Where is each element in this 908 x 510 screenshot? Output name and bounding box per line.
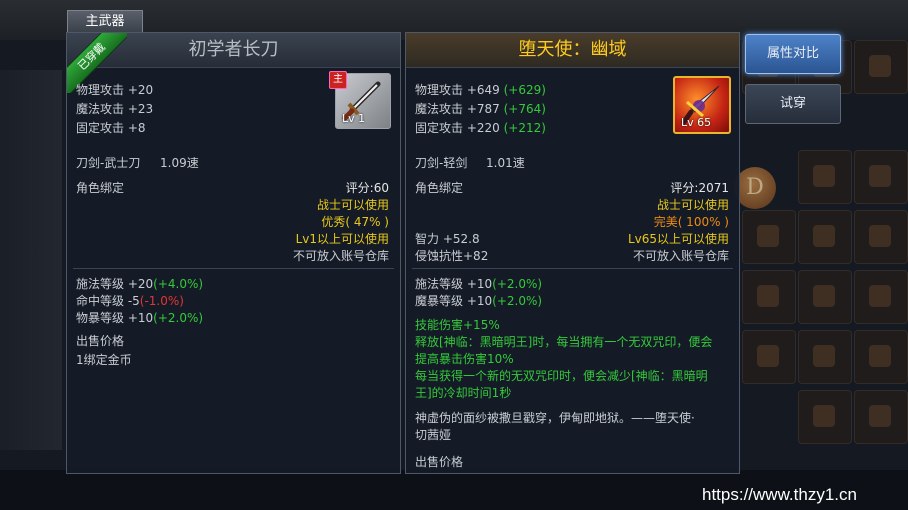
inventory-slot (798, 390, 852, 444)
sub-stat-row: 命中等级 -5(-1.0%) (76, 294, 184, 308)
inventory-slot (854, 210, 908, 264)
try-on-button[interactable]: 试穿 (745, 84, 841, 124)
lore-text-line: 切茜娅 (415, 428, 452, 442)
inventory-slot (798, 330, 852, 384)
stat-magic-attack: 魔法攻击 +787 (+764) (415, 102, 546, 116)
skill-effect-line: 提高暴击伤害10% (415, 352, 514, 366)
item-quality: 优秀( 47% ) (321, 215, 389, 229)
inventory-slot (854, 390, 908, 444)
sub-stat-row: 魔暴等级 +10(+2.0%) (415, 294, 543, 308)
inventory-slot (854, 40, 908, 94)
inventory-slot (742, 330, 796, 384)
compare-item-name: 堕天使：幽域 (406, 33, 739, 68)
item-quality: 完美( 100% ) (653, 215, 729, 229)
skill-effect-line: 每当获得一个新的无双咒印时，便会减少[神临：黑暗明 (415, 369, 708, 383)
stat-physical-attack: 物理攻击 +649 (+629) (415, 83, 546, 97)
equipped-item-panel: 初学者长刀 已穿戴 Lv 1 主 物理攻击 +20 魔法攻击 +23 固定攻击 … (66, 32, 401, 474)
d-coin-icon: D (734, 167, 776, 209)
equipped-item-level: Lv 1 (342, 112, 366, 125)
class-requirement: 战士可以使用 (656, 198, 729, 212)
item-score: 评分:2071 (670, 181, 729, 195)
skill-effect-line: 释放[神临：黑暗明王]时，每当拥有一个无双咒印，便会 (415, 335, 713, 349)
inventory-slot (854, 150, 908, 204)
weapon-type: 刀剑-武士刀 (76, 156, 141, 170)
weapon-speed: 1.01速 (486, 156, 525, 170)
binding-type: 角色绑定 (415, 181, 464, 195)
class-requirement: 战士可以使用 (316, 198, 389, 212)
level-requirement: Lv1以上可以使用 (295, 232, 389, 246)
compare-item-level: Lv 65 (681, 116, 712, 129)
inventory-slot (742, 270, 796, 324)
inventory-slot (798, 210, 852, 264)
stat-intelligence: 智力 +52.8 (415, 232, 480, 246)
stat-corrosion-resist: 侵蚀抗性+82 (415, 249, 489, 263)
weapon-speed: 1.09速 (160, 156, 199, 170)
divider (73, 268, 394, 269)
compare-item-icon[interactable]: Lv 65 (673, 76, 731, 134)
inventory-slot (798, 270, 852, 324)
weapon-type: 刀剑-轻剑 (415, 156, 468, 170)
account-storage-note: 不可放入账号仓库 (292, 249, 389, 263)
stat-fixed-attack: 固定攻击 +220 (+212) (415, 121, 546, 135)
divider (412, 268, 733, 269)
stat-physical-attack: 物理攻击 +20 (76, 83, 154, 97)
tab-main-weapon[interactable]: 主武器 (67, 10, 143, 33)
inventory-slot (798, 150, 852, 204)
sub-stat-row: 物暴等级 +10(+2.0%) (76, 311, 204, 325)
binding-type: 角色绑定 (76, 181, 125, 195)
sell-price-value: 1绑定金币 (76, 353, 132, 367)
sell-price-label: 出售价格 (415, 455, 464, 469)
inventory-slot (854, 330, 908, 384)
compare-item-panel: 堕天使：幽域 Lv 65 物理攻击 +649 (+629) 魔法攻击 +787 … (405, 32, 740, 474)
background-left-panel (0, 70, 62, 450)
inventory-slot (854, 270, 908, 324)
stat-magic-attack: 魔法攻击 +23 (76, 102, 154, 116)
account-storage-note: 不可放入账号仓库 (632, 249, 729, 263)
skill-effect-line: 技能伤害+15% (415, 318, 500, 332)
main-weapon-tag: 主 (329, 71, 347, 89)
compare-attributes-button[interactable]: 属性对比 (745, 34, 841, 74)
sell-price-label: 出售价格 (76, 334, 125, 348)
skill-effect-line: 王]的冷却时间1秒 (415, 386, 512, 400)
watermark-url: https://www.thzy1.cn (702, 485, 857, 504)
sub-stat-row: 施法等级 +10(+2.0%) (415, 277, 543, 291)
item-score: 评分:60 (345, 181, 389, 195)
lore-text-line: 神虚伪的面纱被撒旦戳穿，伊甸即地狱。——堕天使· (415, 411, 695, 425)
level-requirement: Lv65以上可以使用 (627, 232, 729, 246)
inventory-slot (742, 210, 796, 264)
stat-fixed-attack: 固定攻击 +8 (76, 121, 146, 135)
sub-stat-row: 施法等级 +20(+4.0%) (76, 277, 204, 291)
